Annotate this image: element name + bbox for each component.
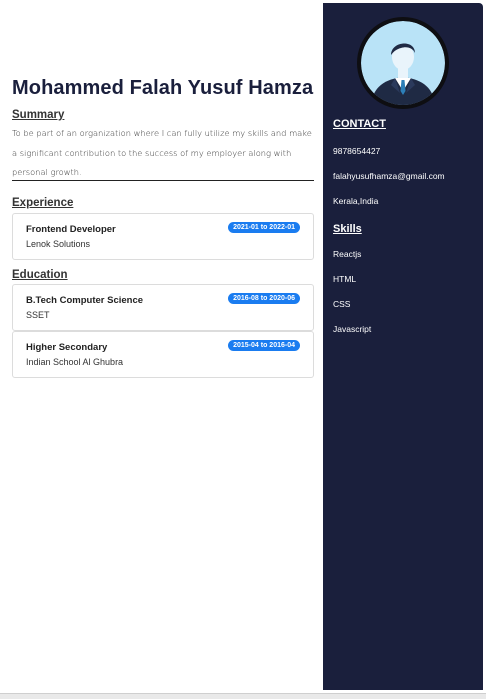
resume-sidebar: CONTACT 9878654427 falahyusufhamza@gmail… <box>323 3 483 690</box>
page-bottom-edge <box>0 693 486 699</box>
date-badge: 2016-08 to 2020-06 <box>228 293 300 304</box>
skills-heading: Skills <box>333 223 362 235</box>
institution-name: Indian School Al Ghubra <box>26 357 124 367</box>
contact-phone: 9878654427 <box>333 146 381 156</box>
experience-card: Frontend Developer Lenok Solutions 2021-… <box>12 213 314 260</box>
skill-item: Javascript <box>333 324 372 334</box>
contact-heading: CONTACT <box>333 118 386 130</box>
skill-item: HTML <box>333 274 357 284</box>
job-title: Frontend Developer <box>26 224 116 235</box>
summary-text: To be part of an organization where I ca… <box>12 128 312 177</box>
date-badge: 2021-01 to 2022-01 <box>228 222 300 233</box>
degree-title: B.Tech Computer Science <box>26 295 144 306</box>
contact-location: Kerala,India <box>333 196 379 206</box>
institution-name: SSET <box>26 310 50 320</box>
avatar-illustration <box>361 21 445 105</box>
experience-heading: Experience <box>12 197 74 209</box>
company-name: Lenok Solutions <box>26 239 91 249</box>
summary-divider <box>12 180 314 181</box>
degree-title: Higher Secondary <box>26 342 108 353</box>
skill-item: Reactjs <box>333 249 362 259</box>
education-card: B.Tech Computer Science SSET 2016-08 to … <box>12 284 314 331</box>
date-badge: 2015-04 to 2016-04 <box>228 340 300 351</box>
candidate-name: Mohammed Falah Yusuf Hamza <box>12 77 314 99</box>
contact-email: falahyusufhamza@gmail.com <box>333 171 445 181</box>
education-card: Higher Secondary Indian School Al Ghubra… <box>12 331 314 378</box>
skill-item: CSS <box>333 299 351 309</box>
summary-heading: Summary <box>12 109 65 121</box>
education-heading: Education <box>12 269 68 281</box>
person-avatar-icon <box>357 17 449 109</box>
